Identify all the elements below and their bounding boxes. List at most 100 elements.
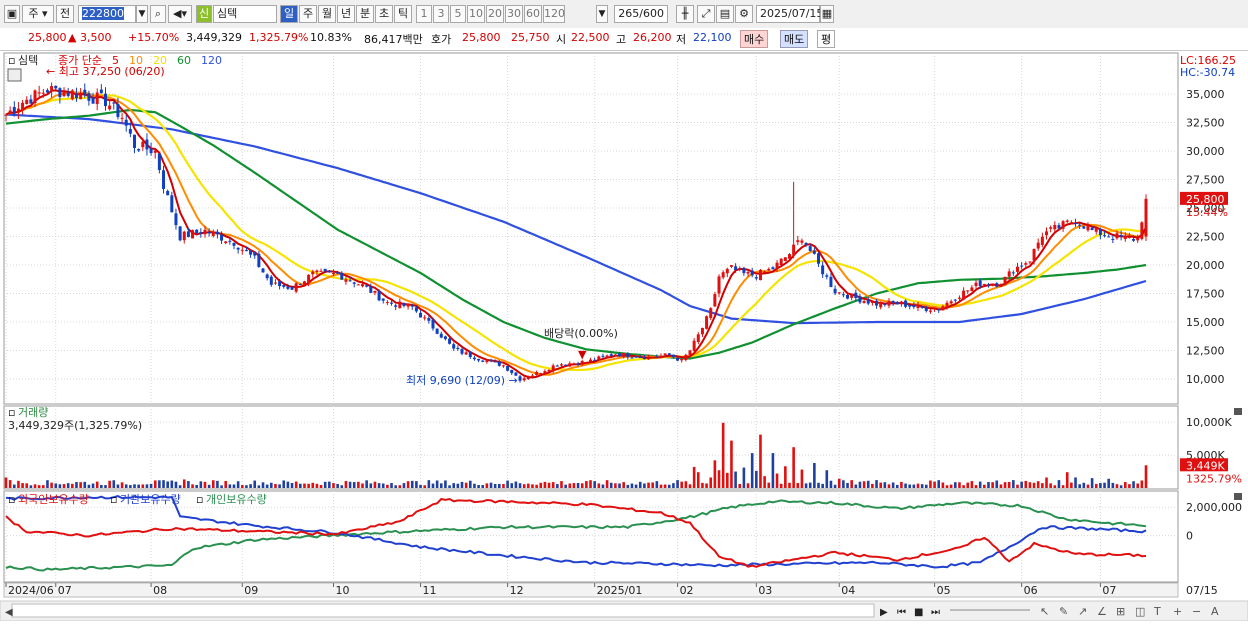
interval-button[interactable]: 1: [416, 5, 432, 23]
candle-body: [559, 364, 563, 366]
candle-icon[interactable]: ╫: [676, 5, 694, 23]
interval-button[interactable]: 3: [433, 5, 449, 23]
interval-button[interactable]: 5: [450, 5, 466, 23]
volume-bar: [33, 484, 37, 488]
period-button[interactable]: 일: [280, 5, 298, 23]
code-input[interactable]: 222800: [78, 5, 136, 23]
candle-body: [684, 354, 688, 361]
candle-body: [269, 276, 273, 285]
candle-body: [286, 286, 290, 289]
volume-bar: [62, 484, 66, 488]
candle-body: [501, 365, 505, 367]
candle-body: [862, 301, 866, 304]
volume-bar: [506, 480, 509, 488]
candle-body: [29, 99, 33, 104]
nav-button[interactable]: ▶: [880, 607, 888, 618]
candle-body: [406, 303, 410, 307]
count-field[interactable]: 265/600: [614, 5, 668, 23]
volume-bar: [995, 480, 999, 488]
volume-bar: [1090, 478, 1094, 488]
period-button[interactable]: 초: [375, 5, 393, 23]
sell-button[interactable]: 매도: [780, 30, 809, 48]
tool-icon[interactable]: −: [1192, 605, 1201, 618]
search-icon[interactable]: ⌕: [150, 5, 166, 23]
date-field[interactable]: 2025/07/15: [756, 5, 823, 23]
tool-icon[interactable]: ⊞: [1116, 605, 1125, 618]
candle-body: [1144, 198, 1148, 237]
tool-icon[interactable]: ◫: [1135, 605, 1145, 618]
save-icon[interactable]: ▤: [716, 5, 734, 23]
tool-icon[interactable]: A: [1211, 605, 1219, 618]
candle-body: [609, 354, 613, 357]
interval-button[interactable]: 60: [524, 5, 542, 23]
candle-body: [787, 254, 791, 259]
holdings-close-icon[interactable]: [1234, 493, 1242, 500]
type-select[interactable]: 주 ▾: [22, 5, 54, 23]
candle-body: [808, 246, 812, 252]
interval-button[interactable]: 30: [505, 5, 523, 23]
tool-icon[interactable]: ✎: [1059, 605, 1068, 618]
interval-button[interactable]: 120: [543, 5, 565, 23]
candle-body: [307, 274, 311, 284]
scroll-track[interactable]: [11, 603, 875, 618]
tool-icon[interactable]: ∠: [1097, 605, 1107, 618]
x-tick-label: 11: [423, 584, 437, 597]
interval-button[interactable]: 20: [486, 5, 504, 23]
x-tick-label: 07: [58, 584, 72, 597]
period-button[interactable]: 분: [356, 5, 374, 23]
code-dropdown[interactable]: ▼: [136, 5, 148, 23]
volume-bar: [974, 485, 978, 488]
volume-bar: [854, 484, 858, 488]
period-button[interactable]: 년: [337, 5, 355, 23]
volume-bar: [104, 485, 107, 488]
candle-body: [717, 276, 721, 294]
window-icon[interactable]: ▣: [4, 5, 20, 23]
chart-area: 35,000 32,500 30,000 27,500 25,000 22,500 20,0…: [0, 51, 1248, 622]
candle-body: [273, 282, 277, 284]
candle-body: [240, 249, 244, 251]
volume-bar: [999, 484, 1003, 488]
tool-icon[interactable]: +: [1173, 605, 1182, 618]
candle-body: [833, 288, 837, 294]
volume-close-icon[interactable]: [1234, 408, 1242, 415]
tool-icon[interactable]: ↗: [1078, 605, 1087, 618]
period-button[interactable]: 틱: [394, 5, 412, 23]
period-button[interactable]: 월: [318, 5, 336, 23]
candle-body: [746, 271, 750, 274]
speaker-icon[interactable]: ◀▾: [168, 5, 192, 23]
scroll-left-icon[interactable]: ◀: [5, 607, 13, 618]
candle-body: [510, 370, 514, 374]
price-change: ▲ 3,500: [68, 31, 112, 44]
volume-bar: [1132, 481, 1135, 488]
prev-button[interactable]: 전: [56, 5, 74, 23]
open-label: 시: [556, 33, 567, 46]
nav-button[interactable]: ⏮: [897, 607, 906, 618]
volume-tick-label: 10,000K: [1186, 416, 1232, 429]
gear-icon[interactable]: ⚙: [735, 5, 753, 23]
candle-body: [207, 231, 211, 234]
tool-icon[interactable]: T: [1153, 605, 1161, 618]
nav-button[interactable]: ■: [914, 607, 923, 618]
candle-body: [825, 275, 829, 277]
ma-legend-period: 10: [129, 54, 143, 67]
ma-legend-period: 5: [112, 54, 119, 67]
volume-bar: [850, 480, 853, 488]
stock-name-field[interactable]: 심텍: [213, 5, 277, 23]
interval-dropdown[interactable]: ▼: [596, 5, 608, 23]
interval-button[interactable]: 10: [467, 5, 485, 23]
tool-icon[interactable]: ↖: [1040, 605, 1049, 618]
draw-icon[interactable]: ⤢: [697, 5, 715, 23]
candle-body: [1036, 242, 1040, 249]
volume-bar: [991, 482, 994, 488]
candle-body: [228, 240, 232, 242]
volume-bar: [1057, 480, 1061, 488]
candle-body: [62, 91, 66, 97]
eval-button[interactable]: 평: [817, 30, 836, 48]
volume-bar: [410, 480, 414, 488]
period-button[interactable]: 주: [299, 5, 317, 23]
candle-body: [394, 305, 398, 307]
nav-button[interactable]: ⏭: [931, 607, 940, 618]
buy-button[interactable]: 매수: [740, 30, 769, 48]
calendar-icon[interactable]: ▦: [820, 5, 834, 23]
candle-body: [953, 299, 957, 301]
